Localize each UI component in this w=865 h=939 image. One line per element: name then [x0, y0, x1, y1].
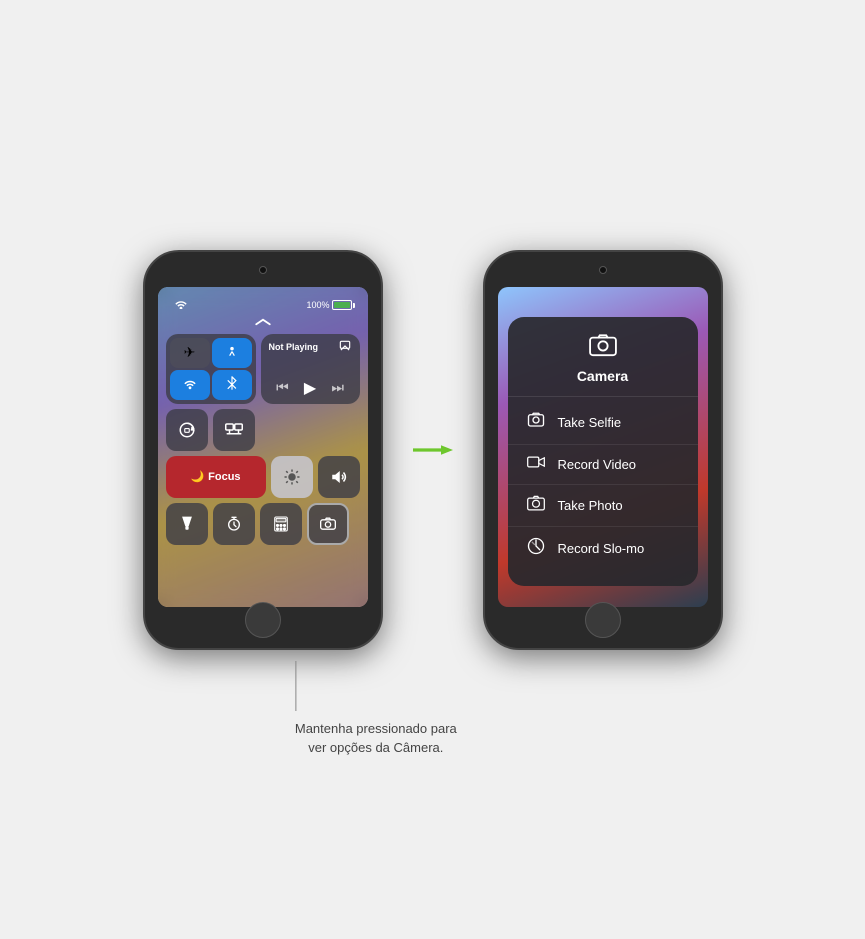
airplane-mode-tile[interactable]: ✈ [170, 338, 210, 368]
row-3: 🌙 Focus [166, 456, 360, 498]
record-video-label: Record Video [558, 457, 637, 472]
devices-container: 100% [143, 250, 723, 650]
left-device: 100% [143, 250, 383, 650]
video-icon [526, 455, 546, 474]
now-playing-title: Not Playing [269, 342, 319, 352]
wifi-icon [183, 377, 197, 393]
camera-menu-title: Camera [577, 368, 628, 384]
status-bar: 100% [166, 295, 360, 316]
airdrop-icon [225, 344, 239, 361]
take-photo-item[interactable]: Take Photo [508, 485, 698, 527]
airplane-icon: ✈ [184, 344, 196, 361]
battery-status: 100% [306, 300, 351, 310]
camera-menu-panel: Camera Take Self [508, 317, 698, 586]
now-playing-tile[interactable]: Not Playing ⏮ [261, 334, 360, 404]
take-selfie-item[interactable]: Take Selfie [508, 401, 698, 445]
callout-line [295, 661, 296, 711]
slomo-icon [526, 537, 546, 560]
photo-icon [526, 495, 546, 516]
focus-tile[interactable]: 🌙 Focus [166, 456, 266, 498]
bluetooth-tile[interactable] [212, 370, 252, 400]
take-selfie-label: Take Selfie [558, 415, 622, 430]
camera-tile[interactable] [307, 503, 349, 545]
camera-menu-items: Take Selfie Record Video [508, 397, 698, 570]
camera-large-icon [589, 333, 617, 364]
battery-percent: 100% [306, 300, 329, 310]
row-2 [166, 409, 360, 451]
rewind-button[interactable]: ⏮ [276, 379, 289, 396]
take-photo-label: Take Photo [558, 498, 623, 513]
front-camera-right [599, 266, 607, 274]
calculator-tile[interactable] [260, 503, 302, 545]
selfie-icon [526, 411, 546, 434]
flashlight-tile[interactable] [166, 503, 208, 545]
wifi-status [174, 299, 188, 312]
airdrop-tile[interactable] [212, 338, 252, 368]
callout-text: Mantenha pressionado paraver opções da C… [295, 719, 457, 758]
focus-label: Focus [208, 471, 240, 483]
right-screen: Camera Take Self [498, 287, 708, 607]
volume-tile[interactable] [318, 456, 360, 498]
airplay-icon[interactable] [338, 340, 352, 355]
control-center-grid: ✈ [166, 334, 360, 545]
record-slomo-item[interactable]: Record Slo-mo [508, 527, 698, 570]
focus-icon: 🌙 [190, 470, 204, 483]
now-playing-header: Not Playing [269, 340, 352, 355]
row-4 [166, 503, 360, 545]
home-button-right[interactable] [585, 602, 621, 638]
fast-forward-button[interactable]: ⏭ [331, 379, 344, 396]
dismiss-chevron[interactable] [166, 316, 360, 330]
arrow-container [413, 429, 453, 471]
record-slomo-label: Record Slo-mo [558, 541, 645, 556]
bluetooth-icon [227, 376, 237, 393]
brightness-tile[interactable] [271, 456, 313, 498]
row-1: ✈ [166, 334, 360, 404]
direction-arrow [413, 429, 453, 471]
camera-menu-header: Camera [508, 333, 698, 397]
record-video-item[interactable]: Record Video [508, 445, 698, 485]
orientation-lock-tile[interactable] [166, 409, 208, 451]
callout-container: Mantenha pressionado paraver opções da C… [295, 661, 457, 758]
front-camera [259, 266, 267, 274]
right-device: Camera Take Self [483, 250, 723, 650]
timer-tile[interactable] [213, 503, 255, 545]
home-button-left[interactable] [245, 602, 281, 638]
playback-controls: ⏮ ▶ ⏭ [269, 378, 352, 398]
connectivity-block: ✈ [166, 334, 256, 404]
screen-mirror-tile[interactable] [213, 409, 255, 451]
battery-icon [332, 300, 352, 310]
wifi-tile[interactable] [170, 370, 210, 400]
left-screen: 100% [158, 287, 368, 607]
play-pause-button[interactable]: ▶ [304, 378, 316, 398]
